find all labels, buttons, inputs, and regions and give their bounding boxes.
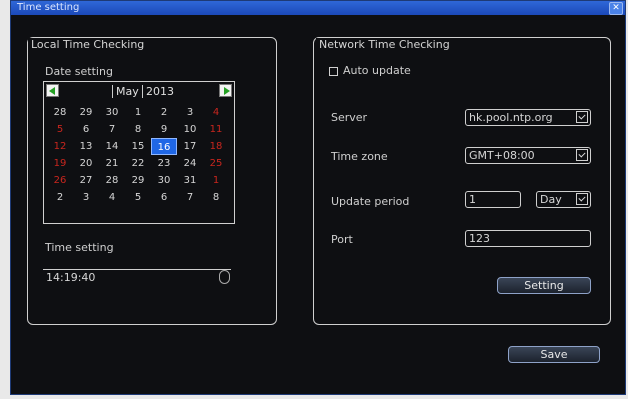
calendar-day[interactable]: 29 (73, 104, 99, 121)
calendar-day[interactable]: 3 (73, 189, 99, 206)
calendar-day[interactable]: 31 (177, 172, 203, 189)
calendar-day[interactable]: 14 (99, 138, 125, 155)
update-period-value: 1 (469, 193, 476, 206)
calendar-day[interactable]: 7 (99, 121, 125, 138)
calendar-day[interactable]: 26 (47, 172, 73, 189)
calendar-day[interactable]: 9 (151, 121, 177, 138)
calendar-day[interactable]: 22 (125, 155, 151, 172)
calendar-day[interactable]: 17 (177, 138, 203, 155)
calendar-day[interactable]: 12 (47, 138, 73, 155)
calendar-day[interactable]: 30 (99, 104, 125, 121)
calendar-day[interactable]: 8 (125, 121, 151, 138)
calendar-day[interactable]: 27 (73, 172, 99, 189)
prev-month-button[interactable] (46, 84, 59, 97)
timezone-select[interactable]: GMT+08:00 (465, 147, 591, 164)
calendar-day[interactable]: 30 (151, 172, 177, 189)
calendar-day[interactable]: 1 (125, 104, 151, 121)
arrow-left-icon (49, 87, 55, 95)
calendar-day[interactable]: 8 (203, 189, 229, 206)
calendar-day[interactable]: 24 (177, 155, 203, 172)
arrow-right-icon (224, 87, 230, 95)
update-period-label: Update period (331, 195, 410, 208)
calendar: May 2013 28 29 30 1 2 3 4 5 6 7 8 9 10 11 12 13 14 15 16 17… (43, 81, 235, 224)
calendar-week-row: 19 20 21 22 23 24 25 (47, 155, 231, 172)
calendar-day[interactable]: 23 (151, 155, 177, 172)
port-label: Port (331, 233, 353, 246)
next-month-button[interactable] (219, 84, 232, 97)
local-time-title: Local Time Checking (28, 38, 148, 51)
server-value: hk.pool.ntp.org (469, 111, 553, 124)
calendar-day[interactable]: 2 (151, 104, 177, 121)
save-button[interactable]: Save (508, 346, 600, 363)
server-label: Server (331, 111, 368, 124)
year-select[interactable]: 2013 (142, 85, 174, 98)
chevron-down-icon[interactable] (576, 193, 588, 205)
date-setting-label: Date setting (45, 65, 113, 78)
calendar-week-row: 12 13 14 15 16 17 18 (47, 138, 231, 155)
calendar-day[interactable]: 13 (73, 138, 99, 155)
calendar-day[interactable]: 29 (125, 172, 151, 189)
close-icon[interactable]: ✕ (609, 2, 623, 15)
calendar-week-row: 26 27 28 29 30 31 1 (47, 172, 231, 189)
calendar-day[interactable]: 4 (99, 189, 125, 206)
update-period-input[interactable]: 1 (465, 191, 521, 208)
time-value: 14:19:40 (46, 271, 96, 284)
calendar-day[interactable]: 7 (177, 189, 203, 206)
window-title: Time setting (17, 2, 80, 13)
calendar-day[interactable]: 11 (203, 121, 229, 138)
calendar-week-row: 5 6 7 8 9 10 11 (47, 121, 231, 138)
calendar-day-selected[interactable]: 16 (151, 138, 177, 155)
calendar-day[interactable]: 5 (47, 121, 73, 138)
update-unit-select[interactable]: Day (536, 191, 591, 208)
time-input[interactable]: 14:19:40 (43, 269, 231, 286)
calendar-day[interactable]: 19 (47, 155, 73, 172)
port-value: 123 (469, 232, 490, 245)
calendar-grid: 28 29 30 1 2 3 4 5 6 7 8 9 10 11 12 13 14 15 16 17 18 19 20 21 2… (47, 104, 231, 206)
calendar-day[interactable]: 21 (99, 155, 125, 172)
server-select[interactable]: hk.pool.ntp.org (465, 109, 591, 126)
calendar-day[interactable]: 28 (47, 104, 73, 121)
calendar-day[interactable]: 20 (73, 155, 99, 172)
calendar-day[interactable]: 3 (177, 104, 203, 121)
calendar-day[interactable]: 28 (99, 172, 125, 189)
calendar-week-row: 28 29 30 1 2 3 4 (47, 104, 231, 121)
time-setting-label: Time setting (45, 241, 114, 254)
setting-button[interactable]: Setting (497, 277, 591, 294)
network-time-title: Network Time Checking (316, 38, 453, 51)
calendar-day[interactable]: 6 (73, 121, 99, 138)
title-bar[interactable]: Time setting ✕ (11, 1, 625, 15)
calendar-day[interactable]: 18 (203, 138, 229, 155)
timezone-label: Time zone (331, 150, 388, 163)
chevron-down-icon[interactable] (576, 111, 588, 123)
auto-update-label: Auto update (343, 64, 411, 77)
month-select[interactable]: May (112, 85, 139, 98)
port-input[interactable]: 123 (465, 230, 591, 247)
time-setting-window: Time setting ✕ Local Time Checking Date … (10, 0, 626, 395)
calendar-day[interactable]: 1 (203, 172, 229, 189)
time-spinner[interactable] (219, 270, 230, 284)
calendar-day[interactable]: 6 (151, 189, 177, 206)
auto-update-checkbox[interactable] (329, 67, 338, 76)
calendar-day[interactable]: 5 (125, 189, 151, 206)
calendar-header: May 2013 (44, 82, 234, 100)
update-unit-value: Day (540, 193, 562, 206)
calendar-day[interactable]: 10 (177, 121, 203, 138)
calendar-week-row: 2345678 (47, 189, 231, 206)
chevron-down-icon[interactable] (576, 149, 588, 161)
calendar-day[interactable]: 15 (125, 138, 151, 155)
calendar-day[interactable]: 2 (47, 189, 73, 206)
calendar-day[interactable]: 4 (203, 104, 229, 121)
timezone-value: GMT+08:00 (469, 149, 535, 162)
calendar-day[interactable]: 25 (203, 155, 229, 172)
